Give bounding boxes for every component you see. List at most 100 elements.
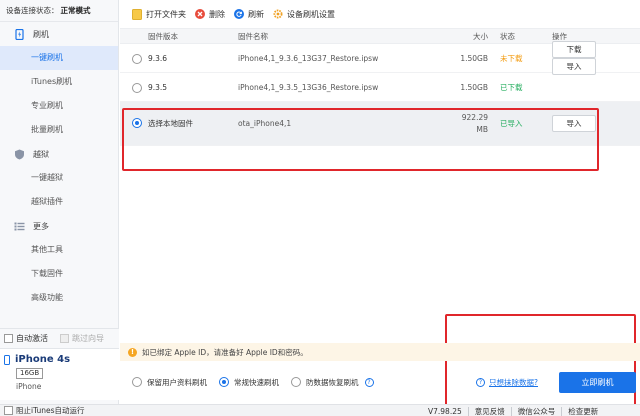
row-name: iPhone4,1_9.3.6_13G37_Restore.ipsw xyxy=(238,54,434,63)
device-flash-settings-button[interactable]: 设备刷机设置 xyxy=(273,9,335,20)
sidebar-section-more[interactable]: 更多 xyxy=(0,214,118,238)
row-radio[interactable] xyxy=(132,83,142,93)
open-folder-label: 打开文件夹 xyxy=(146,9,186,20)
refresh-button[interactable]: 刷新 xyxy=(234,9,264,20)
refresh-label: 刷新 xyxy=(248,9,264,20)
block-itunes-label: 阻止iTunes自动运行 xyxy=(16,405,85,416)
divider xyxy=(561,407,562,416)
row-version: 选择本地固件 xyxy=(148,119,193,128)
header-size: 大小 xyxy=(434,31,488,42)
gear-icon xyxy=(273,9,283,19)
auto-activate-label: 自动激活 xyxy=(16,333,48,344)
row-status: 已下载 xyxy=(488,82,552,93)
sidebar-section-jailbreak[interactable]: 越狱 xyxy=(0,142,118,166)
import-button[interactable]: 导入 xyxy=(552,115,596,132)
device-capacity-badge: 16GB xyxy=(16,368,43,379)
mode-radio[interactable] xyxy=(291,377,301,387)
row-version: 9.3.5 xyxy=(148,83,167,92)
skip-guide-label: 跳过向导 xyxy=(72,333,104,344)
row-version: 9.3.6 xyxy=(148,54,167,63)
delete-label: 删除 xyxy=(209,9,225,20)
refresh-icon xyxy=(234,9,244,19)
app-version: V7.98.25 xyxy=(428,407,462,416)
phone-icon xyxy=(4,355,10,365)
check-update-link[interactable]: 检查更新 xyxy=(568,406,598,416)
divider xyxy=(511,407,512,416)
delete-button[interactable]: 删除 xyxy=(195,9,225,20)
skip-guide-checkbox xyxy=(60,334,69,343)
firmware-table: 固件版本 固件名称 大小 状态 操作 9.3.6 iPhone4,1_9.3.6… xyxy=(120,28,640,146)
sidebar: 设备连接状态：正常模式 刷机 一键刷机 iTunes刷机 专业刷机 批量刷机 越… xyxy=(0,0,119,416)
sidebar-item-itunes-flash[interactable]: iTunes刷机 xyxy=(0,70,118,94)
sidebar-item-batch-flash[interactable]: 批量刷机 xyxy=(0,118,118,142)
auto-activate-checkbox[interactable] xyxy=(4,334,13,343)
status-label: 设备连接状态： xyxy=(6,6,59,15)
sidebar-item-jailbreak-plugins[interactable]: 越狱插件 xyxy=(0,190,118,214)
row-radio[interactable] xyxy=(132,54,142,64)
sidebar-section-flash[interactable]: 刷机 xyxy=(0,22,118,46)
mode-quick-flash[interactable]: 常规快速刷机 xyxy=(219,377,279,388)
table-row-selected[interactable]: 选择本地固件 ota_iPhone4,1 922.29 MB 已导入 导入 xyxy=(120,102,640,146)
warning-icon: ! xyxy=(128,348,137,357)
list-icon xyxy=(14,221,25,232)
erase-data-link[interactable]: ? 只想抹除数据? xyxy=(476,377,538,388)
row-status: 已导入 xyxy=(488,118,552,129)
import-button[interactable]: 导入 xyxy=(552,58,596,75)
sidebar-item-one-click-flash[interactable]: 一键刷机 xyxy=(0,46,118,70)
sidebar-section-label: 刷机 xyxy=(33,29,49,40)
open-folder-button[interactable]: 打开文件夹 xyxy=(132,9,186,20)
row-name: iPhone4,1_9.3.5_13G36_Restore.ipsw xyxy=(238,83,434,92)
feedback-link[interactable]: 意见反馈 xyxy=(475,406,505,416)
mode-anti-recovery[interactable]: 防数据恢复刷机 xyxy=(291,377,359,388)
warning-text: 如已绑定 Apple ID，请准备好 Apple ID和密码。 xyxy=(142,347,308,358)
table-row[interactable]: 9.3.5 iPhone4,1_9.3.5_13G36_Restore.ipsw… xyxy=(120,73,640,102)
header-name: 固件名称 xyxy=(238,31,434,42)
device-type: iPhone xyxy=(16,382,119,391)
flash-now-button[interactable]: 立即刷机 xyxy=(559,372,636,393)
mode-keep-data[interactable]: 保留用户资料刷机 xyxy=(132,377,207,388)
mode-radio[interactable] xyxy=(132,377,142,387)
row-radio-selected[interactable] xyxy=(132,118,142,128)
sidebar-section-label: 更多 xyxy=(33,221,49,232)
mode-label: 常规快速刷机 xyxy=(234,377,279,388)
folder-icon xyxy=(132,9,142,20)
phone-flash-icon xyxy=(14,29,25,40)
help-icon[interactable]: ? xyxy=(365,378,374,387)
delete-icon xyxy=(195,9,205,19)
row-size-unit: MB xyxy=(434,124,488,136)
device-name: iPhone 4s xyxy=(4,354,119,365)
wechat-link[interactable]: 微信公众号 xyxy=(518,406,556,416)
row-size: 1.50GB xyxy=(434,54,488,63)
mode-radio-selected[interactable] xyxy=(219,377,229,387)
sidebar-item-pro-flash[interactable]: 专业刷机 xyxy=(0,94,118,118)
table-row[interactable]: 9.3.6 iPhone4,1_9.3.6_13G37_Restore.ipsw… xyxy=(120,44,640,73)
row-size: 1.50GB xyxy=(434,83,488,92)
device-name-text: iPhone 4s xyxy=(15,354,70,365)
block-itunes-checkbox[interactable] xyxy=(4,406,13,415)
sidebar-item-other-tools[interactable]: 其他工具 xyxy=(0,238,118,262)
header-version: 固件版本 xyxy=(120,31,238,42)
status-value: 正常模式 xyxy=(61,6,91,15)
erase-data-link-text: 只想抹除数据? xyxy=(489,377,538,388)
divider xyxy=(468,407,469,416)
row-size: 922.29 MB xyxy=(434,112,488,136)
download-button[interactable]: 下载 xyxy=(552,41,596,58)
sidebar-item-advanced[interactable]: 高级功能 xyxy=(0,286,118,310)
sidebar-item-one-click-jailbreak[interactable]: 一键越狱 xyxy=(0,166,118,190)
sidebar-item-download-firmware[interactable]: 下载固件 xyxy=(0,262,118,286)
header-status: 状态 xyxy=(488,31,552,42)
device-connection-status: 设备连接状态：正常模式 xyxy=(0,0,118,22)
mode-label: 防数据恢复刷机 xyxy=(306,377,359,388)
toolbar: 打开文件夹 删除 刷新 设备刷机设置 xyxy=(120,0,640,28)
device-info: iPhone 4s 16GB iPhone xyxy=(0,348,119,400)
row-size-value: 922.29 xyxy=(434,112,488,124)
status-bar: 阻止iTunes自动运行 V7.98.25 意见反馈 微信公众号 检查更新 xyxy=(0,404,640,416)
row-status: 未下载 xyxy=(488,53,552,64)
sidebar-section-label: 越狱 xyxy=(33,149,49,160)
header-action: 操作 xyxy=(552,31,640,42)
apple-id-warning: ! 如已绑定 Apple ID，请准备好 Apple ID和密码。 xyxy=(120,343,640,361)
auto-options: 自动激活 跳过向导 xyxy=(0,328,119,348)
shield-icon xyxy=(14,149,25,160)
row-name: ota_iPhone4,1 xyxy=(238,119,434,128)
mode-label: 保留用户资料刷机 xyxy=(147,377,207,388)
